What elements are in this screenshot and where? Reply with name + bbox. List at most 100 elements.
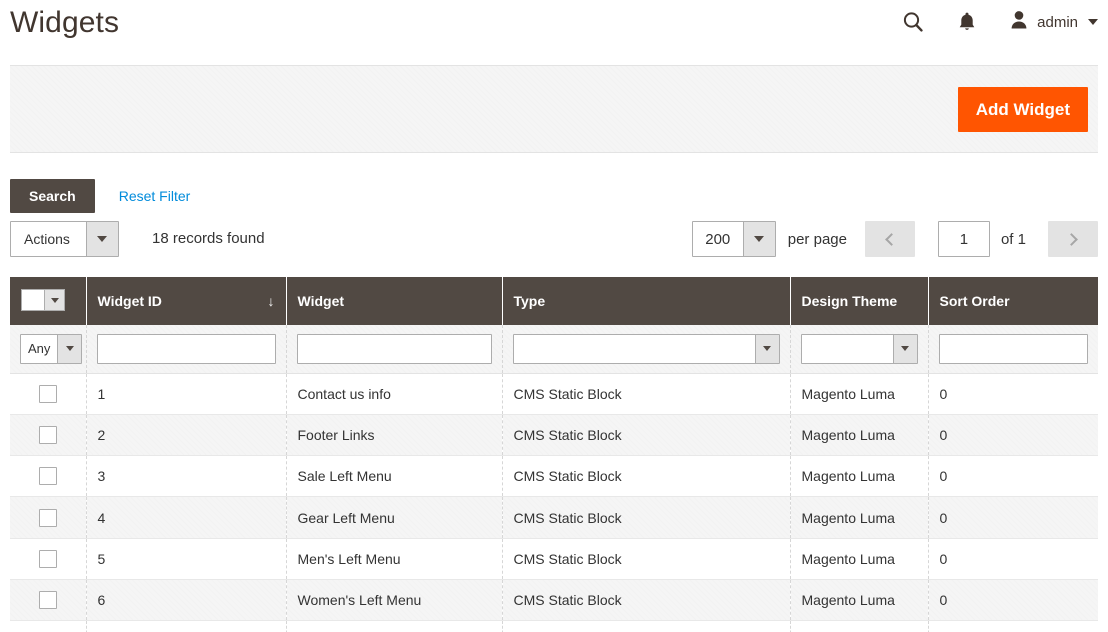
cell-type: CMS Static Block <box>502 620 791 632</box>
table-row[interactable]: 6 Women's Left Menu CMS Static Block Magent… <box>10 579 1098 622</box>
sort-arrow-down-icon: ↓ <box>267 293 275 309</box>
cell-type: CMS Static Block <box>502 496 791 539</box>
chevron-left-icon <box>885 232 898 246</box>
cell-sort-order: 0 <box>928 455 1098 498</box>
table-body: Any 1 Contact us info CMS Static Block M… <box>10 325 1098 632</box>
add-widget-button[interactable]: Add Widget <box>957 87 1088 132</box>
cell-type: CMS Static Block <box>502 373 791 415</box>
column-header-select-all[interactable] <box>10 277 87 325</box>
row-checkbox-cell <box>10 579 87 622</box>
column-header-sort-order[interactable]: Sort Order <box>928 277 1098 325</box>
row-checkbox-cell <box>10 620 87 632</box>
chevron-down-icon <box>892 334 917 363</box>
cell-type: CMS Static Block <box>502 455 791 498</box>
row-checkbox-cell <box>10 373 87 415</box>
filter-design-theme-dropdown[interactable] <box>800 333 918 364</box>
filter-cell-design-theme <box>790 325 929 374</box>
filter-type-dropdown[interactable] <box>512 333 780 364</box>
widgets-table: Widget ID ↓ Widget Type Design Theme Sor… <box>10 277 1098 632</box>
admin-user-menu[interactable]: admin <box>1007 9 1098 36</box>
page-number-input[interactable] <box>937 221 990 257</box>
column-header-type[interactable]: Type <box>502 277 791 325</box>
cell-widget: Footer Links <box>286 414 503 457</box>
table-row[interactable]: 2 Footer Links CMS Static Block Magento Lum… <box>10 414 1098 457</box>
actions-dropdown[interactable]: Actions <box>10 221 119 257</box>
row-checkbox[interactable] <box>38 426 57 445</box>
cell-design-theme: Magento Luma <box>790 538 929 580</box>
cell-type: CMS Static Block <box>502 414 791 457</box>
page-actions-toolbar: Add Widget <box>10 65 1098 153</box>
column-header-widget-id[interactable]: Widget ID ↓ <box>86 277 287 325</box>
actions-dropdown-label: Actions <box>24 231 70 247</box>
table-row[interactable]: 3 Sale Left Menu CMS Static Block Magento L… <box>10 455 1098 498</box>
cell-design-theme: Magento Luma <box>790 373 929 415</box>
cell-design-theme: Magento Luma <box>790 496 929 539</box>
per-page-value: 200 <box>705 230 731 248</box>
table-row[interactable]: 4 Gear Left Menu CMS Static Block Magento L… <box>10 496 1098 539</box>
checkbox-dropdown-icon[interactable] <box>21 289 65 311</box>
cell-sort-order: 0 <box>928 373 1098 415</box>
cell-sort-order: 0 <box>928 579 1098 622</box>
next-page-button[interactable] <box>1048 221 1098 257</box>
cell-widget-id: 7 <box>86 620 287 632</box>
row-checkbox[interactable] <box>38 508 57 527</box>
chevron-right-icon <box>1065 232 1078 246</box>
widgets-grid: Widget ID ↓ Widget Type Design Theme Sor… <box>10 277 1098 632</box>
filter-type-label <box>514 335 755 363</box>
chevron-down-icon <box>1088 19 1098 25</box>
filter-design-theme-label <box>802 335 893 363</box>
previous-page-button[interactable] <box>864 221 915 257</box>
cell-widget-id: 6 <box>86 579 287 622</box>
filter-cell-select: Any <box>10 325 87 374</box>
cell-widget: Gear Left Menu <box>286 496 503 539</box>
cell-sort-order: 0 <box>928 496 1098 539</box>
reset-filter-link[interactable]: Reset Filter <box>119 188 191 204</box>
table-row[interactable]: 5 Men's Left Menu CMS Static Block Magento … <box>10 538 1098 580</box>
cell-sort-order: 0 <box>928 620 1098 632</box>
filter-sort-order-input[interactable] <box>938 333 1088 364</box>
filter-widget-input[interactable] <box>296 333 492 364</box>
cell-widget: Sale Left Menu <box>286 455 503 498</box>
cell-widget: What's New Left Menu <box>286 620 503 632</box>
search-icon[interactable] <box>899 8 927 36</box>
row-checkbox-cell <box>10 496 87 539</box>
header-actions: admin <box>899 8 1098 36</box>
row-checkbox[interactable] <box>38 467 57 486</box>
cell-design-theme: Magento Luma <box>790 620 929 632</box>
cell-widget: Contact us info <box>286 373 503 415</box>
row-checkbox[interactable] <box>38 549 57 568</box>
bell-icon[interactable] <box>953 8 981 36</box>
table-header-row: Widget ID ↓ Widget Type Design Theme Sor… <box>10 277 1098 325</box>
table-head: Widget ID ↓ Widget Type Design Theme Sor… <box>10 277 1098 325</box>
grid-toolbar: Actions 18 records found 200 per page of… <box>10 221 1098 257</box>
cell-sort-order: 0 <box>928 538 1098 580</box>
cell-widget: Men's Left Menu <box>286 538 503 580</box>
filter-any-label: Any <box>28 341 51 357</box>
per-page-label: per page <box>787 230 847 248</box>
user-avatar-icon <box>1009 9 1029 36</box>
cell-type: CMS Static Block <box>502 538 791 580</box>
per-page-dropdown[interactable]: 200 <box>691 221 776 257</box>
filter-widget-id-input[interactable] <box>96 333 276 364</box>
row-checkbox[interactable] <box>38 591 57 610</box>
search-button[interactable]: Search <box>10 179 95 213</box>
cell-type: CMS Static Block <box>502 579 791 622</box>
cell-widget-id: 3 <box>86 455 287 498</box>
filter-cell-widget <box>286 325 503 374</box>
table-row[interactable]: 7What's New Left MenuCMS Static BlockMag… <box>10 620 1098 632</box>
filter-any-dropdown[interactable]: Any <box>20 333 82 364</box>
column-header-design-theme[interactable]: Design Theme <box>790 277 929 325</box>
cell-design-theme: Magento Luma <box>790 579 929 622</box>
column-header-widget[interactable]: Widget <box>286 277 503 325</box>
chevron-down-icon <box>754 334 779 363</box>
row-checkbox-cell <box>10 414 87 457</box>
page-header: Widgets admin <box>0 0 1108 55</box>
table-row[interactable]: 1 Contact us info CMS Static Block Magento … <box>10 373 1098 415</box>
row-checkbox-cell <box>10 538 87 580</box>
filter-cell-type <box>502 325 791 374</box>
pager: 200 per page of 1 <box>691 221 1098 257</box>
cell-widget-id: 5 <box>86 538 287 580</box>
row-checkbox[interactable] <box>38 384 57 403</box>
cell-design-theme: Magento Luma <box>790 414 929 457</box>
cell-widget: Women's Left Menu <box>286 579 503 622</box>
